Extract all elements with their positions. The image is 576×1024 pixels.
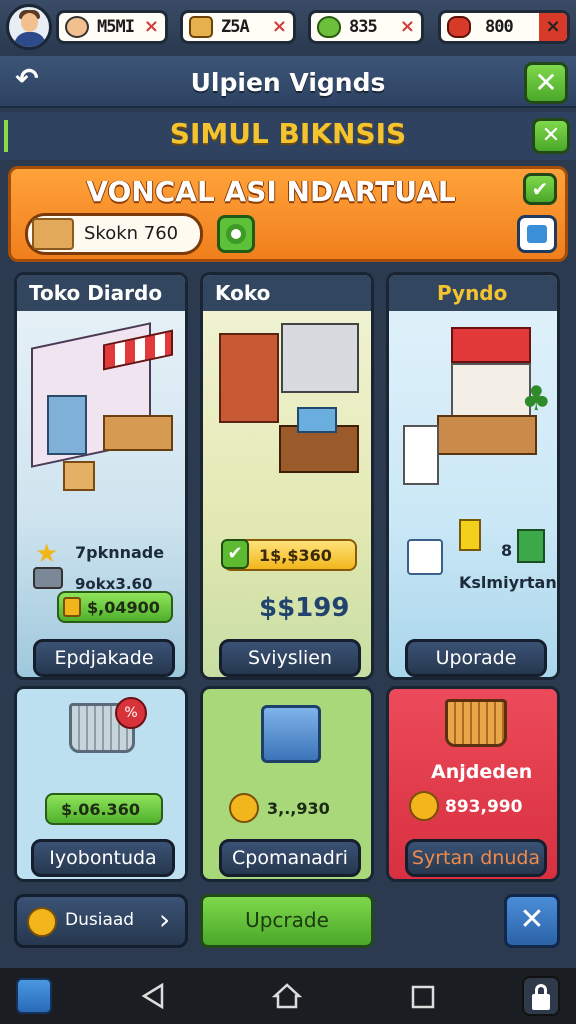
book-icon [517,529,545,563]
back-icon[interactable] [140,982,166,1010]
close-icon[interactable]: × [539,13,567,41]
app-store-icon[interactable] [16,978,52,1014]
upgrade-button[interactable]: Upcrade [200,894,374,948]
close-button[interactable]: ✕ [504,894,560,948]
item-action-button[interactable]: Syrtan dnuda [405,839,547,877]
shelf-icon [219,333,279,423]
item-price: 3,.,930 [267,799,330,818]
shelf-icon [47,395,87,455]
counter-icon [103,415,173,451]
coin-icon [27,907,57,937]
shop-action-button[interactable]: Epdjakade [33,639,175,677]
shop-card-2[interactable]: Koko ✔ 1$,$360 $$199 Sviyslien [200,272,374,680]
confirm-check-button[interactable]: ✔ [523,173,557,205]
item-action-button[interactable]: Cpomanadri [219,839,361,877]
avatar-icon [65,16,89,38]
item-card-2[interactable]: 3,.,930 Cpomanadri [200,686,374,882]
shop-label: Kslmiyrtan [459,573,557,592]
lock-icon[interactable] [522,976,560,1016]
resource-value: 800 [485,17,514,37]
shop-name: Pyndo [437,281,508,305]
recents-icon[interactable] [410,984,436,1010]
resource-value: 835 [349,17,378,37]
shop-price: $$199 [259,593,350,623]
price-pill: $,04900 [57,591,173,623]
item-title: Anjdeden [431,761,533,783]
coin-stack-icon [33,567,63,589]
footer-left-button[interactable]: Dusiaad › [14,894,188,948]
shop-card-3[interactable]: Pyndo ♣ 8 Kslmiyrtan Uporade [386,272,560,680]
gem-icon [447,16,471,38]
resource-value: M5MI [97,17,135,37]
boxes-icon [63,461,95,491]
shop-stat: 7pknnade [75,543,165,562]
price-tag-pill: ✔ 1$,$360 [221,539,357,571]
banner-title: VONCAL ASI NDARTUAL [86,175,456,208]
trophy-icon [459,519,481,551]
chevron-right-icon: › [159,903,171,936]
close-icon[interactable]: × [400,16,415,37]
item-price: $.06.360 [61,800,140,819]
shop-name: Koko [215,281,271,305]
close-button[interactable]: ✕ [524,62,568,104]
box-icon [32,218,74,250]
board-icon [281,323,359,393]
resource-counter-4[interactable]: 800 × [438,10,570,44]
section-close-button[interactable]: ✕ [532,118,570,154]
shop-action-button[interactable]: Sviyslien [219,639,361,677]
store-sign-icon [451,327,531,363]
close-icon[interactable]: × [272,16,287,37]
item-price-pill: $.06.360 [45,793,163,825]
shop-card-1[interactable]: Toko Diardo ★ 7pknnade 9okx3.60 $,04900 … [14,272,188,680]
section-title: SIMUL BIKNSIS [169,117,407,150]
resource-counter-1[interactable]: M5MI × [56,10,168,44]
check-icon: ✔ [221,539,249,569]
item-price: 893,990 [445,797,523,817]
stock-label: Skokn 760 [84,223,179,244]
money-bag-icon [317,16,341,38]
screen-title: Ulpien Vignds [190,68,386,97]
fridge-icon [403,425,439,485]
store-front-icon [451,363,531,423]
boxes-icon [297,407,337,433]
resource-counter-2[interactable]: Z5A × [180,10,296,44]
shop-count: 8 [501,541,513,560]
inventory-button[interactable] [517,215,557,253]
shop-price-tag: 1$,$360 [259,546,332,565]
basket-icon [445,699,507,747]
shop-name: Toko Diardo [29,281,163,305]
crate-icon [189,16,213,38]
coin-icon [229,793,259,823]
counter-icon [437,415,537,455]
footer-left-label: Dusiaad [65,910,135,930]
item-action-button[interactable]: Iyobontuda [31,839,175,877]
shop-action-button[interactable]: Uporade [405,639,547,677]
close-icon[interactable]: × [144,16,159,37]
promo-banner: VONCAL ASI NDARTUAL ✔ Skokn 760 [8,166,568,262]
player-avatar[interactable] [6,4,52,50]
storage-box-icon [261,705,321,763]
resource-counter-3[interactable]: 835 × [308,10,424,44]
money-icon [63,597,81,617]
settings-gear-icon[interactable] [217,215,255,253]
sale-badge: % [115,697,147,729]
coin-icon [409,791,439,821]
item-card-3[interactable]: Anjdeden 893,990 Syrtan dnuda [386,686,560,882]
palm-icon: ♣ [521,379,552,419]
star-icon: ★ [35,539,59,569]
home-icon[interactable] [272,982,302,1010]
shop-price: $,04900 [87,598,160,617]
resource-value: Z5A [221,17,250,37]
stock-counter: Skokn 760 [25,213,203,255]
item-card-1[interactable]: % $.06.360 Iyobontuda [14,686,188,882]
printer-icon [407,539,443,575]
